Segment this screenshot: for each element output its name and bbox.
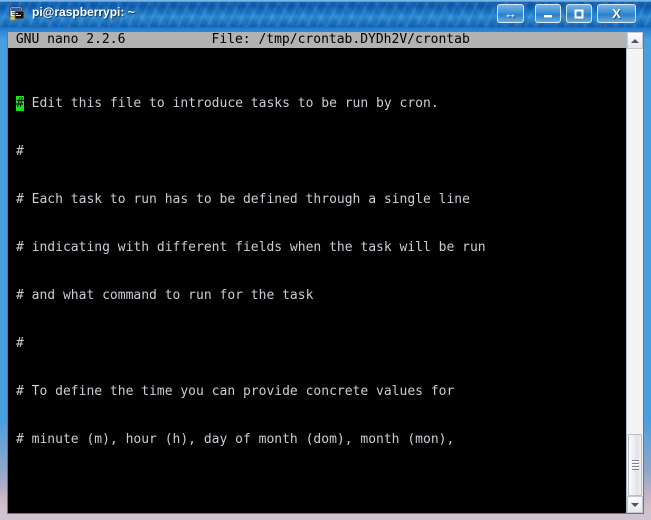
maximize-button[interactable] bbox=[566, 4, 592, 23]
chevron-up-icon bbox=[631, 38, 639, 43]
restore-size-button[interactable]: ↔ bbox=[497, 4, 524, 23]
nano-text-body[interactable]: # Edit this file to introduce tasks to b… bbox=[8, 64, 626, 513]
scrollbar-track[interactable] bbox=[627, 49, 643, 496]
scroll-up-arrow-button[interactable] bbox=[627, 32, 643, 49]
chevron-down-icon bbox=[631, 502, 639, 507]
minimize-button[interactable] bbox=[535, 4, 561, 23]
cursor-block: # bbox=[16, 96, 24, 111]
text-line: # indicating with different fields when … bbox=[16, 240, 486, 255]
nano-shortcut-bar: ^G Get Help ^O WriteOut ^R Read File^Y P… bbox=[8, 481, 626, 513]
terminal-client-area: GNU nano 2.2.6 File: /tmp/crontab.DYDh2V… bbox=[7, 31, 644, 514]
text-line-content: Edit this file to introduce tasks to be … bbox=[23, 96, 439, 111]
scroll-down-arrow-button[interactable] bbox=[627, 496, 643, 513]
window-titlebar[interactable]: pi@raspberrypi: ~ ↔ X bbox=[0, 0, 651, 27]
scrollbar-grip-icon bbox=[632, 460, 639, 470]
window-title: pi@raspberrypi: ~ bbox=[32, 5, 135, 19]
terminal-window: pi@raspberrypi: ~ ↔ X GNU nano 2.2.6 Fil… bbox=[0, 0, 651, 520]
terminal-screen[interactable]: GNU nano 2.2.6 File: /tmp/crontab.DYDh2V… bbox=[8, 32, 626, 513]
nano-header-bar: GNU nano 2.2.6 File: /tmp/crontab.DYDh2V… bbox=[8, 32, 626, 48]
vertical-scrollbar[interactable] bbox=[626, 32, 643, 513]
maximize-icon bbox=[567, 5, 591, 22]
close-button[interactable]: X bbox=[597, 4, 636, 23]
putty-terminal-icon bbox=[9, 5, 26, 22]
minimize-icon bbox=[536, 5, 560, 22]
text-line: # To define the time you can provide con… bbox=[16, 384, 455, 399]
text-line: # bbox=[16, 144, 24, 159]
scrollbar-thumb[interactable] bbox=[628, 434, 642, 496]
text-line: # Each task to run has to be defined thr… bbox=[16, 192, 470, 207]
text-line: # Edit this file to introduce tasks to b… bbox=[8, 96, 626, 112]
text-line: # and what command to run for the task bbox=[16, 288, 314, 303]
close-icon: X bbox=[612, 6, 621, 21]
resize-arrows-icon: ↔ bbox=[504, 6, 517, 21]
text-line: # bbox=[16, 336, 24, 351]
text-line: # minute (m), hour (h), day of month (do… bbox=[16, 432, 455, 447]
